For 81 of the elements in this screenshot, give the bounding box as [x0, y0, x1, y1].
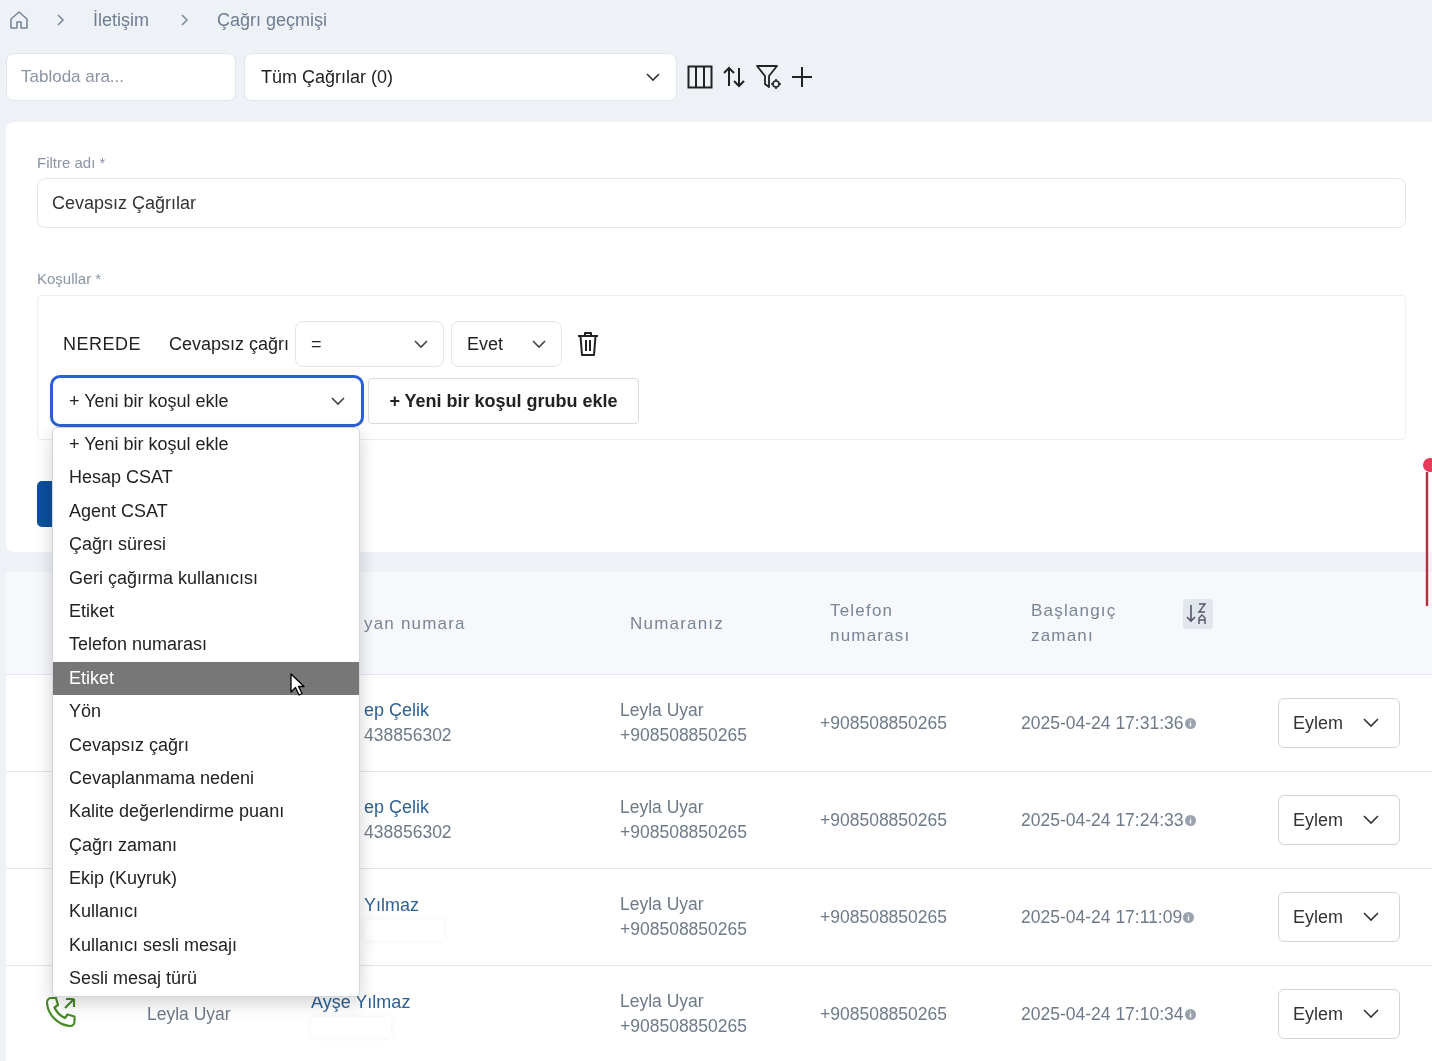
own-name: Leyla Uyar: [620, 894, 705, 915]
search-field[interactable]: Tabloda ara...: [6, 53, 236, 101]
info-icon[interactable]: [1184, 717, 1196, 729]
chevron-down-icon: [1363, 1009, 1379, 1019]
own-name: Leyla Uyar: [620, 700, 705, 721]
own-name: Leyla Uyar: [620, 797, 705, 818]
agent-name: Leyla Uyar: [147, 1003, 231, 1024]
menu-item[interactable]: Geri çağırma kullanıcısı: [53, 561, 359, 595]
caller-name-link[interactable]: Yılmaz: [364, 894, 614, 916]
menu-item[interactable]: Cevapsız çağrı: [53, 728, 359, 762]
columns-icon[interactable]: [687, 64, 713, 90]
action-dropdown-button[interactable]: Eylem: [1278, 698, 1400, 748]
info-icon[interactable]: [1184, 1008, 1196, 1020]
where-keyword: NEREDE: [63, 333, 142, 355]
condition-field: Cevapsız çağrı: [169, 333, 290, 355]
chevron-down-icon: [1363, 718, 1379, 728]
breadcrumb-link[interactable]: İletişim: [93, 9, 149, 31]
start-time: 2025-04-24 17:11:09: [1021, 906, 1183, 928]
field-label: Filtre adı *: [37, 154, 107, 172]
sort-icon[interactable]: [721, 64, 747, 90]
chevron-icon: [55, 13, 65, 27]
chevron-down-icon: [532, 339, 547, 349]
menu-item[interactable]: Telefon numarası: [53, 628, 359, 662]
menu-item[interactable]: Cevaplanmama nedeni: [53, 761, 359, 796]
phone-number: +908508850265: [820, 809, 947, 830]
column-header: Numaranız: [630, 612, 724, 635]
add-group-button[interactable]: + Yeni bir koşul grubu ekle: [368, 378, 639, 424]
menu-item[interactable]: Çağrı zamanı: [53, 828, 359, 863]
own-number: +908508850265: [620, 822, 748, 843]
own-number: +908508850265: [620, 725, 748, 746]
value-select[interactable]: Evet: [451, 321, 563, 367]
add-icon[interactable]: [791, 66, 813, 88]
delete-icon[interactable]: [577, 331, 600, 357]
own-name: Leyla Uyar: [620, 991, 705, 1012]
operator-select[interactable]: =: [295, 321, 445, 367]
start-time: 2025-04-24 17:24:33: [1021, 809, 1184, 831]
own-number: +908508850265: [620, 1016, 748, 1037]
column-header: Başlangıç zamanı: [1031, 600, 1118, 647]
view-select[interactable]: Tüm Çağrılar (0): [244, 53, 677, 101]
menu-item[interactable]: Çağrı süresi: [53, 528, 359, 562]
field-label: Koşullar *: [37, 270, 103, 288]
menu-item[interactable]: Yön: [53, 695, 359, 729]
info-icon[interactable]: [1184, 814, 1196, 826]
menu-item[interactable]: Ekip (Kuyruk): [53, 862, 359, 896]
caller-number: 438856302: [364, 822, 453, 843]
menu-item[interactable]: Agent CSAT: [53, 494, 359, 529]
filter-settings-icon[interactable]: [755, 63, 783, 91]
menu-item[interactable]: Etiket: [53, 594, 359, 629]
phone-number: +908508850265: [820, 1003, 947, 1024]
menu-item[interactable]: + Yeni bir koşul ekle: [53, 428, 359, 462]
menu-item[interactable]: Kullanıcı: [53, 895, 359, 929]
caller-name-link[interactable]: ep Çelik: [364, 797, 614, 818]
info-icon[interactable]: [1183, 911, 1195, 923]
menu-item[interactable]: Etiket: [53, 661, 359, 696]
chevron-down-icon: [1363, 815, 1379, 825]
home-icon[interactable]: [8, 9, 30, 31]
chevron-down-icon: [331, 396, 345, 406]
action-dropdown-button[interactable]: Eylem: [1278, 892, 1400, 942]
start-time: 2025-04-24 17:10:34: [1021, 1003, 1184, 1025]
breadcrumb-link[interactable]: Çağrı geçmişi: [217, 9, 328, 31]
chevron-down-icon: [414, 339, 429, 349]
column-header: yan numara: [364, 612, 466, 635]
caller-number: 438856302: [364, 725, 453, 746]
filter-name-field[interactable]: Cevapsız Çağrılar: [37, 178, 1406, 228]
phone-number: +908508850265: [820, 712, 947, 733]
own-number: +908508850265: [620, 919, 748, 940]
column-header: Telefon numarası: [830, 600, 912, 647]
menu-item[interactable]: Kalite değerlendirme puanı: [53, 795, 359, 829]
start-time: 2025-04-24 17:31:36: [1021, 712, 1184, 734]
phone-number: +908508850265: [820, 906, 947, 927]
action-dropdown-button[interactable]: Eylem: [1278, 795, 1400, 845]
chevron-icon: [179, 13, 189, 27]
menu-item[interactable]: Kullanıcı sesli mesajı: [53, 928, 359, 963]
mouse-cursor-icon: [290, 672, 306, 697]
add-condition-select[interactable]: + Yeni bir koşul ekle: [50, 375, 364, 427]
sort-descending-icon[interactable]: [1183, 599, 1213, 629]
chevron-down-icon: [1363, 912, 1379, 922]
chevron-down-icon: [646, 72, 660, 82]
caller-name-link[interactable]: ep Çelik: [364, 700, 614, 721]
action-dropdown-button[interactable]: Eylem: [1278, 989, 1400, 1039]
menu-item[interactable]: Hesap CSAT: [53, 461, 359, 495]
